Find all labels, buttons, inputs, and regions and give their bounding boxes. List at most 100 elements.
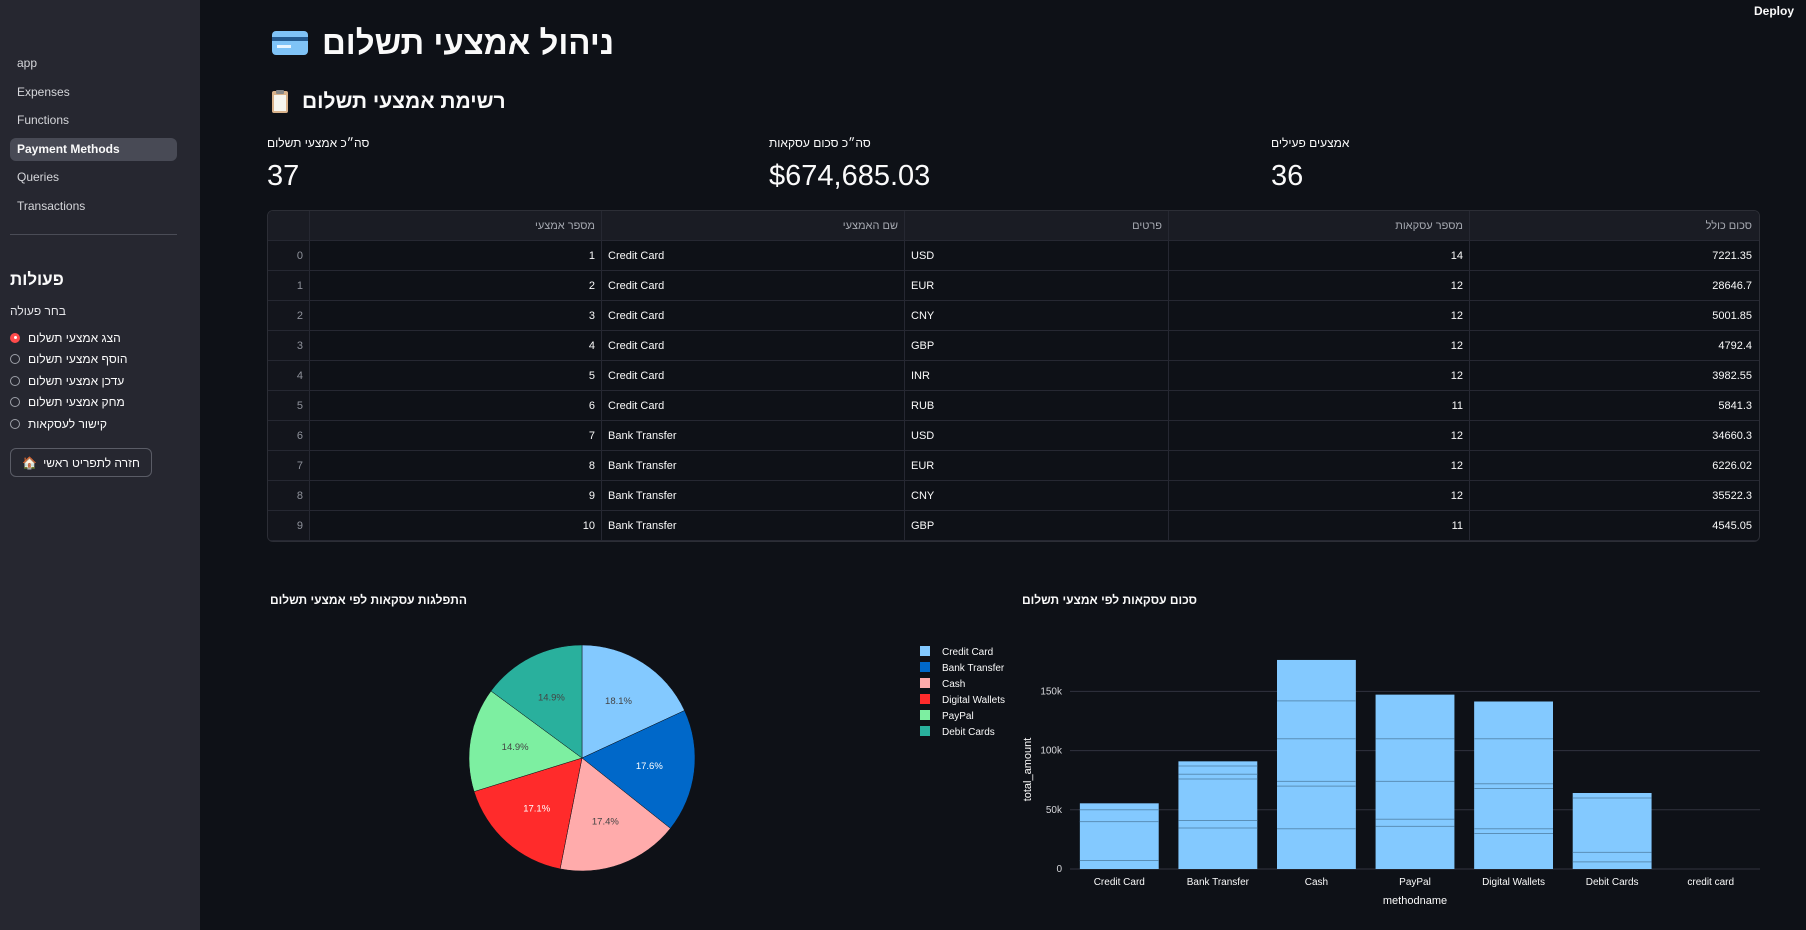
legend-item[interactable]: Debit Cards [942,727,995,738]
table-cell[interactable]: Bank Transfer [602,421,905,450]
table-cell[interactable]: 6226.02 [1470,451,1758,480]
table-cell[interactable]: 3 [310,301,602,330]
table-row[interactable]: 7 8 Bank Transfer EUR 12 6226.02 [268,451,1759,481]
table-row[interactable]: 5 6 Credit Card RUB 11 5841.3 [268,391,1759,421]
payment-methods-table[interactable]: מספר אמצעי שם האמצעי פרטים מספר עסקאות ס… [267,210,1760,542]
row-index-cell[interactable]: 9 [268,511,310,540]
row-index-cell[interactable]: 2 [268,301,310,330]
row-index-cell[interactable]: 3 [268,331,310,360]
table-cell[interactable]: 14 [1169,241,1470,270]
table-cell[interactable]: 5841.3 [1470,391,1758,420]
table-cell[interactable]: Credit Card [602,391,905,420]
table-cell[interactable]: 5 [310,361,602,390]
row-index-cell[interactable]: 8 [268,481,310,510]
radio-option[interactable]: הוסף אמצעי תשלום [10,349,127,371]
bar[interactable] [1277,659,1356,869]
table-cell[interactable]: USD [905,241,1169,270]
table-cell[interactable]: 5001.85 [1470,301,1758,330]
legend-item[interactable]: Cash [942,679,965,690]
table-cell[interactable]: 11 [1169,391,1470,420]
table-cell[interactable]: 12 [1169,331,1470,360]
table-cell[interactable]: EUR [905,451,1169,480]
table-cell[interactable]: 12 [1169,481,1470,510]
radio-circle-icon[interactable] [10,375,20,386]
table-cell[interactable]: 12 [1169,451,1470,480]
radio-option[interactable]: הצג אמצעי תשלום [10,327,127,349]
table-cell[interactable]: 2 [310,271,602,300]
table-cell[interactable]: 34660.3 [1470,421,1758,450]
table-cell[interactable]: USD [905,421,1169,450]
table-row[interactable]: 2 3 Credit Card CNY 12 5001.85 [268,301,1759,331]
radio-option[interactable]: עדכן אמצעי תשלום [10,370,127,392]
table-cell[interactable]: 3982.55 [1470,361,1758,390]
row-index-cell[interactable]: 5 [268,391,310,420]
table-cell[interactable]: Bank Transfer [602,481,905,510]
table-row[interactable]: 6 7 Bank Transfer USD 12 34660.3 [268,421,1759,451]
table-cell[interactable]: 35522.3 [1470,481,1758,510]
radio-circle-icon[interactable] [10,397,20,408]
legend-item[interactable]: Bank Transfer [942,663,1005,674]
table-cell[interactable]: Credit Card [602,241,905,270]
bar[interactable] [1474,701,1553,869]
table-cell[interactable]: 8 [310,451,602,480]
table-cell[interactable]: 9 [310,481,602,510]
table-cell[interactable]: GBP [905,511,1169,540]
table-cell[interactable]: Bank Transfer [602,511,905,540]
column-header[interactable]: מספר אמצעי [310,211,602,240]
table-cell[interactable]: 12 [1169,421,1470,450]
table-cell[interactable]: RUB [905,391,1169,420]
table-cell[interactable]: Credit Card [602,301,905,330]
bar[interactable] [1079,803,1159,869]
table-cell[interactable]: 12 [1169,271,1470,300]
sidebar-item-functions[interactable]: Functions [10,109,177,132]
table-cell[interactable]: 4 [310,331,602,360]
row-index-cell[interactable]: 1 [268,271,310,300]
table-cell[interactable]: GBP [905,331,1169,360]
table-cell[interactable]: 7 [310,421,602,450]
row-index-cell[interactable]: 0 [268,241,310,270]
sidebar-item-app[interactable]: app [10,52,177,75]
sidebar-item-transactions[interactable]: Transactions [10,195,177,218]
row-index-cell[interactable]: 6 [268,421,310,450]
table-cell[interactable]: Credit Card [602,331,905,360]
legend-item[interactable]: Digital Wallets [942,695,1005,706]
row-index-cell[interactable]: 4 [268,361,310,390]
bar[interactable] [1572,793,1652,869]
sidebar-item-queries[interactable]: Queries [10,166,177,189]
radio-circle-icon[interactable] [10,354,20,365]
radio-circle-icon[interactable] [10,332,20,343]
column-header[interactable]: שם האמצעי [602,211,905,240]
table-row[interactable]: 3 4 Credit Card GBP 12 4792.4 [268,331,1759,361]
legend-item[interactable]: PayPal [942,711,974,722]
bar-chart[interactable]: 0 50k 100k 150k Credit Card Bank Transfer Cash… [1015,630,1795,930]
sidebar-item-payment-methods[interactable]: Payment Methods [10,137,177,161]
table-cell[interactable]: Credit Card [602,271,905,300]
table-row[interactable]: 0 1 Credit Card USD 14 7221.35 [268,241,1759,271]
radio-option[interactable]: קישור לעסקאות [10,413,127,435]
table-row[interactable]: 9 10 Bank Transfer GBP 11 4545.05 [268,511,1759,541]
table-cell[interactable]: INR [905,361,1169,390]
column-header[interactable]: פרטים [905,211,1169,240]
back-to-main-menu-button[interactable]: 🏠 חזרה לתפריט ראשי [10,448,152,477]
table-cell[interactable]: 11 [1169,511,1470,540]
row-index-cell[interactable]: 7 [268,451,310,480]
table-cell[interactable]: 10 [310,511,602,540]
radio-option[interactable]: מחק אמצעי תשלום [10,392,127,414]
table-cell[interactable]: Bank Transfer [602,451,905,480]
table-cell[interactable]: 1 [310,241,602,270]
radio-circle-icon[interactable] [10,418,20,429]
table-cell[interactable]: 4792.4 [1470,331,1758,360]
legend-item[interactable]: Credit Card [942,647,993,658]
sidebar-item-expenses[interactable]: Expenses [10,81,177,104]
table-cell[interactable]: 6 [310,391,602,420]
table-cell[interactable]: Credit Card [602,361,905,390]
table-cell[interactable]: 12 [1169,361,1470,390]
table-cell[interactable]: 28646.7 [1470,271,1758,300]
deploy-button[interactable]: Deploy [1754,4,1794,18]
table-cell[interactable]: 4545.05 [1470,511,1758,540]
table-row[interactable]: 1 2 Credit Card EUR 12 28646.7 [268,271,1759,301]
bar[interactable] [1178,761,1258,869]
table-cell[interactable]: CNY [905,481,1169,510]
table-cell[interactable]: 12 [1169,301,1470,330]
column-header[interactable]: סכום כולל [1470,211,1758,240]
